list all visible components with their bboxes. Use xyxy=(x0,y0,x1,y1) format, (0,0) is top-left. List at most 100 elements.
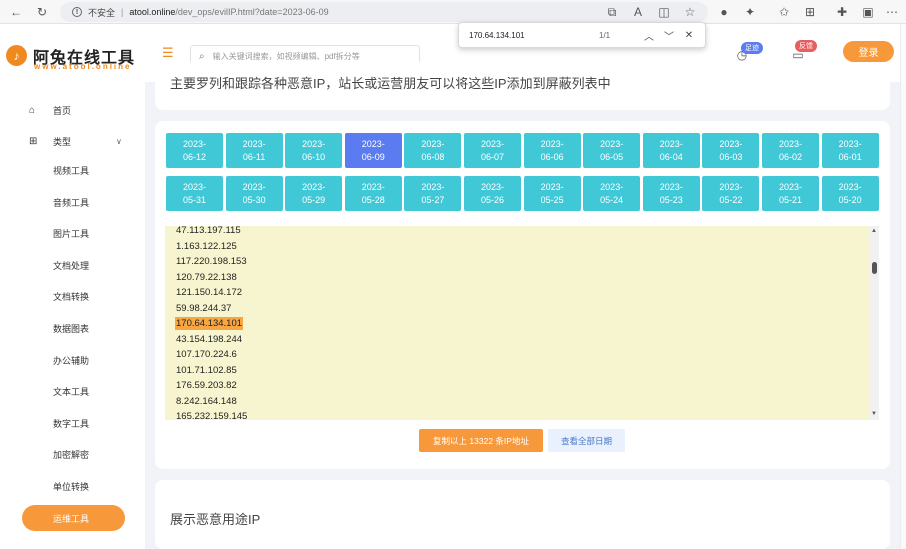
refresh-icon[interactable]: ↻ xyxy=(34,4,50,20)
date-year: 2023- xyxy=(719,181,743,192)
sidebar-item-audio[interactable]: 音频工具 xyxy=(0,192,145,212)
font-icon[interactable]: A xyxy=(630,4,646,20)
feedback-badge: 反馈 xyxy=(795,40,817,52)
date-year: 2023- xyxy=(778,138,803,149)
ip-entry: 59.98.244.37 xyxy=(176,302,232,314)
date-button[interactable]: 2023- 05-22 xyxy=(702,176,760,211)
find-close-icon[interactable]: ✕ xyxy=(679,30,699,41)
ip-entry: 176.59.203.82 xyxy=(176,380,237,391)
date-button[interactable]: 2023- 05-25 xyxy=(523,176,581,211)
date-day: 06-07 xyxy=(480,151,505,162)
extension-puzzle-icon[interactable]: ✦ xyxy=(742,4,758,20)
date-button[interactable]: 2023- 06-12 xyxy=(166,133,223,168)
date-button[interactable]: 2023- 06-06 xyxy=(523,133,581,168)
scroll-down-icon[interactable]: ▼ xyxy=(871,411,877,417)
find-prev-icon[interactable]: ︿ xyxy=(639,28,659,43)
date-button[interactable]: 2023- 05-29 xyxy=(285,176,343,211)
ip-entry-highlighted: 170.64.134.101 xyxy=(175,317,244,330)
date-button[interactable]: 2023- 05-24 xyxy=(583,176,641,211)
sidebar-item-convert[interactable]: 文档转换 xyxy=(0,286,145,306)
logo-subtitle: www.atool.online xyxy=(34,62,132,71)
read-aloud-icon[interactable]: ⧉ xyxy=(604,4,620,20)
collections-icon[interactable]: ⊞ xyxy=(802,4,818,20)
date-button[interactable]: 2023- 06-08 xyxy=(404,133,462,168)
sidebar-item-label: 加密解密 xyxy=(53,449,90,460)
sidebar-item-image[interactable]: 图片工具 xyxy=(0,223,145,243)
date-button[interactable]: 2023- 06-10 xyxy=(285,133,343,168)
sidebar-item-devops[interactable]: 运维工具 xyxy=(22,505,125,531)
sidebar-item-video[interactable]: 视频工具 xyxy=(0,160,145,180)
date-button[interactable]: 2023- 05-26 xyxy=(464,176,521,211)
date-button[interactable]: 2023- 05-27 xyxy=(404,176,462,211)
sidebar-item-document[interactable]: 文档处理 xyxy=(0,255,145,275)
date-day: 05-20 xyxy=(838,194,862,205)
date-button[interactable]: 2023- 06-02 xyxy=(762,133,819,168)
date-year: 2023- xyxy=(600,181,624,192)
sidebar-item-crypto[interactable]: 加密解密 xyxy=(0,444,145,464)
ip-list[interactable]: 47.113.197.115 1.163.122.125 117.220.198.1… xyxy=(165,226,869,420)
sidebar-item-label: 单位转换 xyxy=(53,481,90,492)
date-button[interactable]: 2023- 06-04 xyxy=(642,133,700,168)
date-year: 2023- xyxy=(242,181,266,192)
date-year: 2023- xyxy=(421,181,445,192)
date-day: 05-21 xyxy=(778,194,803,205)
ip-entry: 47.113.197.115 xyxy=(176,226,241,236)
extension-cookie-icon[interactable]: ● xyxy=(716,4,732,20)
sidebar-item-text[interactable]: 文本工具 xyxy=(0,381,145,401)
date-button[interactable]: 2023- 06-09 xyxy=(344,133,402,168)
sidebar-item-category[interactable]: ⊞ 类型 ∨ xyxy=(0,131,145,151)
date-day: 05-31 xyxy=(182,194,207,205)
date-day: 06-01 xyxy=(838,151,862,162)
sidebar-item-units[interactable]: 单位转换 xyxy=(0,476,145,496)
date-day: 06-02 xyxy=(778,151,803,162)
menu-toggle-icon[interactable]: ☰ xyxy=(162,46,176,59)
ip-list-scrollbar[interactable] xyxy=(869,226,879,420)
view-all-dates-button[interactable]: 查看全部日期 xyxy=(548,429,625,452)
date-button[interactable]: 2023- 05-31 xyxy=(166,176,223,211)
date-button[interactable]: 2023- 05-23 xyxy=(642,176,700,211)
date-button[interactable]: 2023- 06-05 xyxy=(583,133,641,168)
tracking-badge: 足迹 xyxy=(741,42,763,54)
sidebar-item-label: 数字工具 xyxy=(53,418,90,429)
date-button[interactable]: 2023- 06-11 xyxy=(225,133,283,168)
date-button[interactable]: 2023- 06-03 xyxy=(702,133,760,168)
favorite-star-icon[interactable]: ☆ xyxy=(682,4,698,20)
favorites-icon[interactable]: ✩ xyxy=(776,4,792,20)
extension-icon[interactable]: ✚ xyxy=(834,4,850,20)
scroll-thumb[interactable] xyxy=(872,262,877,274)
date-year: 2023- xyxy=(719,138,743,149)
profile-icon[interactable]: ▣ xyxy=(860,4,876,20)
date-button[interactable]: 2023- 05-21 xyxy=(762,176,819,211)
date-button[interactable]: 2023- 06-01 xyxy=(821,133,879,168)
ip-entry: 121.150.14.172 xyxy=(176,287,243,298)
date-button[interactable]: 2023- 06-07 xyxy=(464,133,521,168)
sidebar-item-label: 类型 xyxy=(53,136,72,147)
copy-ips-button[interactable]: 复制以上 13322 条IP地址 xyxy=(419,429,543,452)
find-input[interactable]: 170.64.134.101 xyxy=(469,31,599,40)
find-next-icon[interactable]: ﹀ xyxy=(659,28,679,43)
browser-toolbar: ← ↻ ! 不安全 | atool.online/dev_ops/evilIP.… xyxy=(0,0,906,24)
login-button[interactable]: 登录 xyxy=(843,41,894,62)
sidebar-item-label: 文档转换 xyxy=(53,291,90,302)
page-scrollbar[interactable] xyxy=(900,24,906,549)
ip-entry: 101.71.102.85 xyxy=(176,364,237,376)
sidebar-item-number[interactable]: 数字工具 xyxy=(0,413,145,433)
more-icon[interactable]: ⋯ xyxy=(884,4,900,20)
date-year: 2023- xyxy=(361,181,385,192)
date-year: 2023- xyxy=(302,138,326,149)
sidebar-item-home[interactable]: ⌂ 首页 xyxy=(0,100,145,120)
scroll-up-icon[interactable]: ▲ xyxy=(871,228,877,234)
date-button[interactable]: 2023- 05-28 xyxy=(344,176,402,211)
back-icon[interactable]: ← xyxy=(8,4,24,20)
date-day: 06-05 xyxy=(600,151,624,162)
sidebar-item-office[interactable]: 办公辅助 xyxy=(0,350,145,370)
date-button[interactable]: 2023- 05-20 xyxy=(821,176,879,211)
date-day: 06-03 xyxy=(719,151,743,162)
ip-entry: 165.232.159.145 xyxy=(176,411,248,420)
sidebar-item-label: 办公辅助 xyxy=(53,355,90,366)
logo-icon[interactable]: ♪ xyxy=(6,45,27,66)
sidebar-item-charts[interactable]: 数据图表 xyxy=(0,318,145,338)
date-button[interactable]: 2023- 05-30 xyxy=(225,176,283,211)
split-screen-icon[interactable]: ◫ xyxy=(656,4,672,20)
ip-entry: 107.170.224.6 xyxy=(176,349,237,360)
